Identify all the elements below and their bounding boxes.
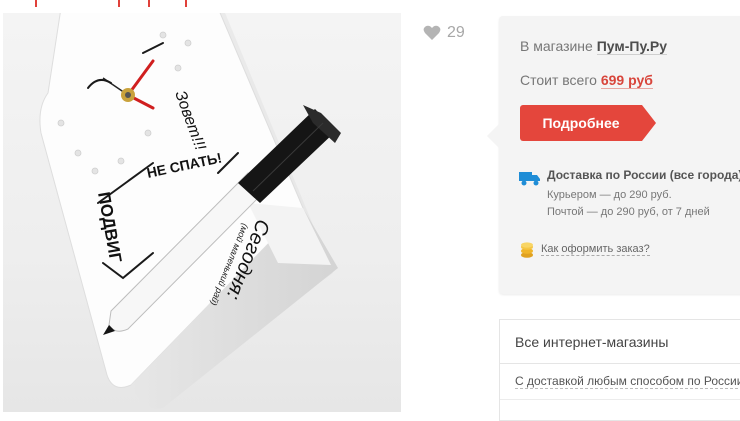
how-to-order-link[interactable]: Как оформить заказ? <box>541 243 650 256</box>
more-details-button[interactable]: Подробнее <box>520 105 656 141</box>
shop-line: В магазине Пум-Пу.Ру <box>520 38 668 55</box>
all-shops-title: Все интернет-магазины <box>515 334 669 350</box>
divider <box>500 363 740 364</box>
truck-icon <box>519 172 540 186</box>
heart-icon <box>423 25 441 40</box>
price-label: Стоит всего <box>520 72 597 88</box>
product-image[interactable]: Зовет!!! НЕ СПАТЬ! ПОДВИГ Сегодня: (мой … <box>3 13 401 412</box>
price-value[interactable]: 699 руб <box>600 72 653 89</box>
delivery-post: Почтой — до 290 руб, от 7 дней <box>547 206 710 218</box>
delivery-courier: Курьером — до 290 руб. <box>547 189 672 201</box>
likes-count: 29 <box>447 24 465 41</box>
likes-counter[interactable]: 29 <box>423 24 465 42</box>
delivery-filter-link[interactable]: С доставкой любым способом по России <box>515 374 740 389</box>
divider <box>500 399 740 400</box>
top-decor-strip <box>0 0 200 8</box>
delivery-title: Доставка по России (все города): <box>547 168 740 182</box>
price-line: Стоит всего 699 руб <box>520 72 653 89</box>
all-shops-panel: Все интернет-магазины С доставкой любым … <box>499 319 740 421</box>
in-shop-label: В магазине <box>520 38 593 54</box>
shop-name-link[interactable]: Пум-Пу.Ру <box>596 38 668 55</box>
shop-offer-card: В магазине Пум-Пу.Ру Стоит всего 699 руб… <box>487 16 740 294</box>
coins-icon <box>521 242 533 258</box>
